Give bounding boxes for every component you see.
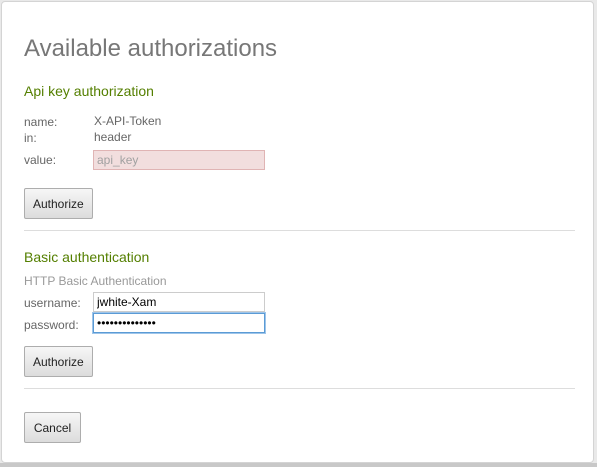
api-key-authorize-button[interactable]: Authorize bbox=[24, 188, 93, 219]
api-key-name-value: X-API-Token bbox=[94, 114, 162, 128]
cancel-button[interactable]: Cancel bbox=[24, 412, 81, 443]
authorizations-dialog: Available authorizations Api key authori… bbox=[1, 1, 594, 463]
window-bottom-edge bbox=[0, 463, 597, 467]
username-input[interactable] bbox=[93, 292, 265, 312]
username-label: username: bbox=[24, 296, 81, 310]
api-key-in-label: in: bbox=[24, 131, 37, 145]
section-divider bbox=[24, 230, 575, 231]
api-key-in-value: header bbox=[94, 130, 132, 144]
password-label: password: bbox=[24, 318, 79, 332]
basic-auth-description: HTTP Basic Authentication bbox=[24, 274, 167, 288]
api-key-value-input[interactable] bbox=[93, 150, 265, 170]
basic-auth-authorize-button[interactable]: Authorize bbox=[24, 346, 93, 377]
api-key-value-label: value: bbox=[24, 153, 57, 167]
api-key-heading: Api key authorization bbox=[24, 83, 154, 99]
api-key-name-label: name: bbox=[24, 115, 58, 129]
basic-auth-heading: Basic authentication bbox=[24, 249, 150, 265]
dialog-title: Available authorizations bbox=[24, 35, 278, 62]
password-input[interactable] bbox=[93, 313, 265, 333]
footer-divider bbox=[24, 388, 575, 389]
